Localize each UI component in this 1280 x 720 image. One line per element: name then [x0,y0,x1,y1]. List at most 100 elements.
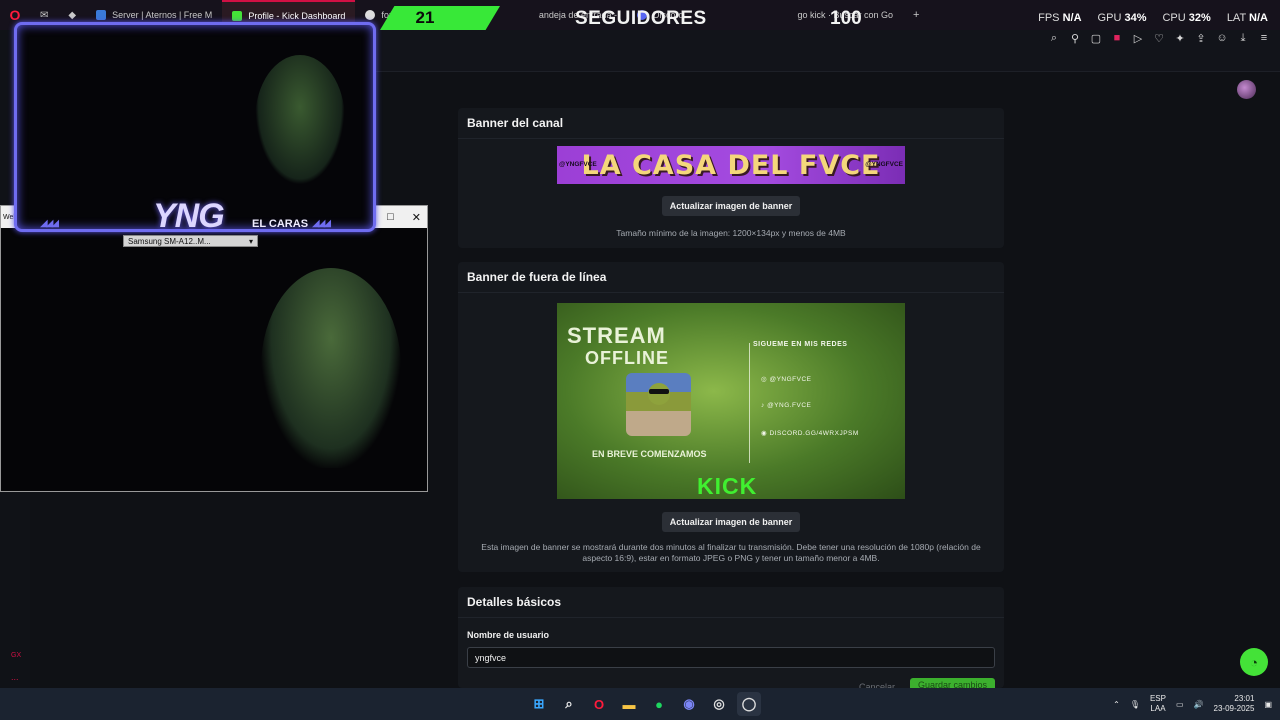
close-icon[interactable]: ✕ [412,211,421,224]
language-indicator[interactable]: ESP LAA [1150,694,1166,715]
maximize-icon[interactable]: □ [387,211,394,224]
snapshot-icon[interactable]: ▢ [1090,32,1102,46]
heart-icon[interactable]: ♡ [1153,32,1165,46]
stat-label: GPU [1097,12,1122,24]
card-title: Banner de fuera de línea [458,262,1004,293]
menu-icon[interactable]: ≡ [1258,32,1270,46]
support-chat-icon[interactable]: ◔ [1240,648,1268,676]
upload-row: Actualizar imagen de banner [458,512,1004,532]
frame-chevron-left-icon: ◢◢◢ [40,218,59,229]
card-title: Banner del canal [458,108,1004,139]
search-icon[interactable]: ⌕ [557,692,581,716]
window-controls: □ ✕ [387,211,421,224]
taskbar-apps: ⊞ ⌕ O ▬ ● ◉ ◎ ◯ [527,692,761,716]
divider [749,343,750,463]
stat-cpu: CPU 32% [1162,12,1210,24]
update-offline-banner-button[interactable]: Actualizar imagen de banner [661,512,801,532]
zoom-icon[interactable]: ⌕ [1048,32,1060,46]
instagram-text: @YNGFVCE [769,376,812,383]
game-icon: ◆ [68,9,77,21]
update-banner-button[interactable]: Actualizar imagen de banner [661,196,801,216]
stat-gpu: GPU 34% [1098,12,1147,24]
offline-banner-note: Esta imagen de banner se mostrará durant… [481,542,981,564]
brand-tagline: EL CARAS [252,218,309,230]
follower-goal: 100 [830,8,862,29]
download-icon[interactable]: ⤓ [1237,32,1249,46]
follower-count: 21 [415,8,435,27]
frame-chevron-right-icon: ◢◢◢ [312,218,331,229]
follow-text: SIGUEME EN MIS REDES [753,341,848,348]
lang-bottom: LAA [1150,704,1166,713]
extensions-icon[interactable]: ✦ [1174,32,1186,46]
discord-text: DISCORD.GG/4WRXJPSM [769,430,859,437]
avatar[interactable] [1237,80,1256,99]
follower-count-bar: 21 [380,6,500,30]
stat-value: N/A [1062,12,1082,24]
offline-title-line2: OFFLINE [585,348,669,368]
microphone-icon[interactable]: 🎙 [1130,700,1140,709]
stat-lat: LAT N/A [1227,12,1268,24]
plus-icon: + [913,9,920,21]
username-field[interactable] [467,647,995,668]
file-explorer-icon[interactable]: ▬ [617,692,641,716]
stat-label: CPU [1162,12,1186,24]
basic-details-card: Detalles básicos Nombre de usuario [458,587,1004,688]
opera-gx-icon[interactable]: O [587,692,611,716]
offline-banner-image: STREAM OFFLINE SIGUEME EN MIS REDES ◎ @Y… [557,303,905,499]
device-name: Samsung SM-A12..M... [128,236,211,246]
stat-fps: FPS N/A [1038,12,1081,24]
share-icon[interactable]: ⇪ [1195,32,1207,46]
stat-value: 32% [1188,12,1211,24]
stat-label: LAT [1226,12,1246,24]
pin-icon[interactable]: ⚲ [1069,32,1081,46]
channel-banner-image: @YNGFVCE LA CASA DEL FVCE @YNGFVCE [557,146,905,184]
notification-icon[interactable]: ▣ [1264,700,1272,709]
tiktok-text: @YNG.FVCE [767,402,812,409]
sidebar-more-icon[interactable]: ... [11,672,19,682]
pocket-icon[interactable]: ■ [1111,32,1123,46]
toolbar-icons: ⌕ ⚲ ▢ ■ ▷ ♡ ✦ ⇪ ☺ ⤓ ≡ [1048,32,1270,46]
banner-handle-right: @YNGFVCE [865,161,903,168]
shrek-face [648,383,670,405]
lang-top: ESP [1149,693,1166,703]
camera-person [255,55,345,185]
performance-stats: FPS N/A GPU 34% CPU 32% LAT N/A [1038,12,1268,24]
upload-row: Actualizar imagen de banner [458,196,1004,216]
stat-value: N/A [1249,12,1268,24]
offline-banner-card: Banner de fuera de línea STREAM OFFLINE … [458,262,1004,572]
tab-label: Server | Aternos | Free M [112,10,213,20]
webcam-window: Webca □ ✕ [0,205,428,492]
chevron-down-icon: ▾ [248,236,253,246]
system-tray: ⌃ 🎙 ESP LAA ▭ 🔊 23:01 23-09-2025 ▣ [1113,688,1272,720]
username-label: Nombre de usuario [467,630,550,640]
start-icon[interactable]: ⊞ [527,692,551,716]
mail-icon: ✉ [40,9,49,21]
time: 23:01 [1234,693,1255,703]
date: 23-09-2025 [1213,704,1255,713]
clock[interactable]: 23:01 23-09-2025 [1214,694,1255,715]
gx-label[interactable]: GX [11,652,21,659]
discord-icon[interactable]: ◉ [677,692,701,716]
obs-icon[interactable]: ◎ [707,692,731,716]
kick-app-icon[interactable]: ◯ [737,692,761,716]
brand-logo: YNG [153,197,225,235]
camera-device-select[interactable]: Samsung SM-A12..M... ▾ [123,235,258,247]
discord-invite: ◉ DISCORD.GG/4WRXJPSM [761,430,859,437]
google-icon [365,10,376,20]
offline-title-line1: STREAM [567,323,666,348]
stat-label: FPS [1038,12,1060,24]
shrek-image [626,373,691,436]
volume-icon[interactable]: 🔊 [1194,700,1204,709]
spotify-icon[interactable]: ● [647,692,671,716]
player-icon[interactable]: ▷ [1132,32,1144,46]
instagram-handle: ◎ @YNGFVCE [761,376,812,383]
network-icon[interactable]: ▭ [1176,700,1184,709]
chevron-up-icon[interactable]: ⌃ [1113,700,1120,709]
webcam-video [1,228,427,491]
banner-size-note: Tamaño mínimo de la imagen: 1200×134px y… [616,228,846,238]
webcam-person [261,268,401,468]
kick-logo: KICK [697,473,758,499]
profile-icon[interactable]: ☺ [1216,32,1228,46]
tab-label: Profile - Kick Dashboard [248,11,346,21]
new-tab-button[interactable]: + [903,0,929,30]
